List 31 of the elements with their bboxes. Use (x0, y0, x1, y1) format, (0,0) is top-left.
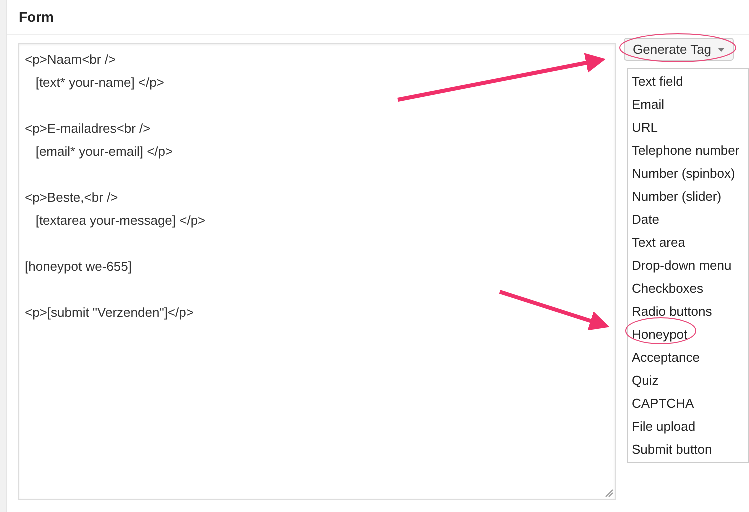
code-line: [honeypot we-655] (25, 258, 132, 276)
code-line: [textarea your-message] </p> (34, 212, 206, 230)
form-editor[interactable]: <p>Naam<br /> [text* your-name] </p> <p>E-mailadres<br /> [email* your-email] </p> <p>Beste,<br /> [textarea your-message] </p> [honeypot we-655] <p>[submit "Verzenden"]</p> (18, 43, 616, 500)
code-line: <p>E-mailadres<br /> (25, 120, 151, 138)
menu-item[interactable]: Honeypot (628, 323, 748, 346)
menu-item[interactable]: Checkboxes (628, 277, 748, 300)
menu-item[interactable]: Date (628, 208, 748, 231)
code-line: <p>Naam<br /> (25, 51, 116, 69)
menu-item[interactable]: Number (spinbox) (628, 162, 748, 185)
resize-grip-icon[interactable] (605, 489, 613, 497)
menu-item[interactable]: URL (628, 116, 748, 139)
code-line: <p>Beste,<br /> (25, 189, 118, 207)
code-line: [text* your-name] </p> (34, 74, 164, 92)
menu-item[interactable]: Telephone number (628, 139, 748, 162)
menu-item[interactable]: Drop-down menu (628, 254, 748, 277)
highlight-ellipse (626, 318, 696, 344)
code-line: <p>[submit "Verzenden"]</p> (25, 304, 194, 322)
code-line: [email* your-email] </p> (34, 143, 174, 161)
menu-item[interactable]: Email (628, 93, 748, 116)
menu-item[interactable]: Radio buttons (628, 300, 748, 323)
menu-item[interactable]: Number (slider) (628, 185, 748, 208)
menu-item[interactable]: CAPTCHA (628, 392, 748, 415)
generate-tag-button[interactable]: Generate Tag (624, 38, 734, 61)
menu-item[interactable]: Quiz (628, 369, 748, 392)
menu-item[interactable]: Text field (628, 70, 748, 93)
menu-item[interactable]: File upload (628, 415, 748, 438)
caret-icon (718, 48, 725, 52)
menu-item[interactable]: Submit button (628, 438, 748, 461)
menu-item[interactable]: Text area (628, 231, 748, 254)
section-title: Form (19, 9, 54, 25)
menu-item[interactable]: Acceptance (628, 346, 748, 369)
